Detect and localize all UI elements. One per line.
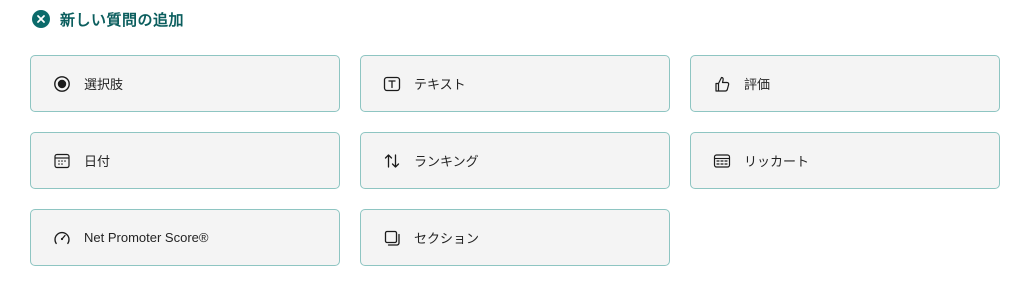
likert-grid-icon [712,151,732,171]
date-option-label: 日付 [84,154,111,169]
rating-option-label: 評価 [744,77,771,92]
ranking-option-label: ランキング [414,154,479,169]
likert-option-label: リッカート [744,154,810,169]
text-option-label: テキスト [414,77,466,92]
text-box-icon [382,74,402,94]
header-title: 新しい質問の追加 [60,11,185,29]
gauge-icon [52,228,72,248]
add-new-question-header[interactable]: 新しい質問の追加 [32,9,184,29]
arrow-sort-icon [382,151,402,171]
nps-option-button[interactable]: Net Promoter Score® [30,209,340,266]
calendar-icon [52,151,72,171]
section-option-label: セクション [414,231,480,246]
choice-option-label: 選択肢 [84,77,124,92]
radio-button-icon [52,74,72,94]
section-copy-icon [382,228,402,248]
likert-option-button[interactable]: リッカート [690,132,1000,189]
thumbs-up-icon [712,74,732,94]
date-option-button[interactable]: 日付 [30,132,340,189]
choice-option-button[interactable]: 選択肢 [30,55,340,112]
nps-option-label: Net Promoter Score® [84,230,209,245]
section-option-button[interactable]: セクション [360,209,670,266]
close-circle-icon[interactable] [32,10,50,28]
question-type-grid: 選択肢 テキスト 評価 日付 ランキング リッカート Net Promoter … [30,55,1000,266]
rating-option-button[interactable]: 評価 [690,55,1000,112]
ranking-option-button[interactable]: ランキング [360,132,670,189]
text-option-button[interactable]: テキスト [360,55,670,112]
